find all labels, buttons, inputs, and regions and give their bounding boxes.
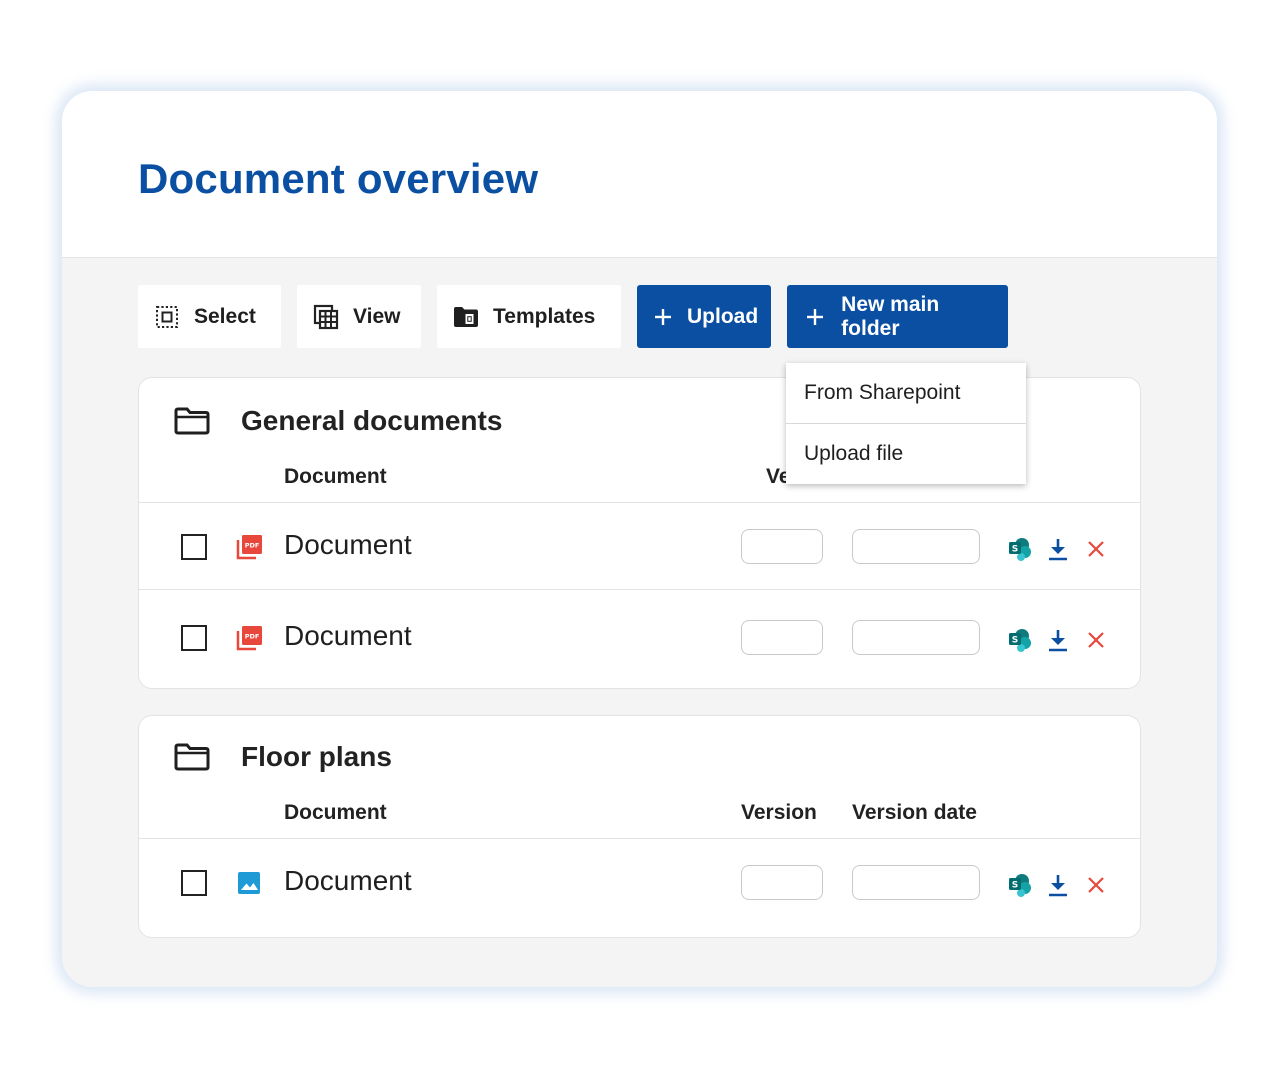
plus-icon bbox=[653, 304, 673, 330]
version-input[interactable] bbox=[741, 620, 823, 655]
svg-text:PDF: PDF bbox=[245, 542, 260, 550]
row-divider bbox=[139, 589, 1140, 590]
new-folder-dropdown-menu: From Sharepoint Upload file bbox=[786, 363, 1026, 484]
svg-text:S: S bbox=[1012, 545, 1018, 555]
select-button[interactable]: Select bbox=[138, 285, 281, 348]
menu-item-upload-file[interactable]: Upload file bbox=[786, 424, 1026, 484]
version-input[interactable] bbox=[741, 529, 823, 564]
row-checkbox[interactable] bbox=[181, 534, 207, 560]
close-icon[interactable] bbox=[1083, 536, 1109, 562]
view-button[interactable]: View bbox=[297, 285, 421, 348]
view-button-label: View bbox=[353, 304, 401, 328]
document-name[interactable]: Document bbox=[284, 529, 412, 561]
svg-text:S: S bbox=[1012, 881, 1018, 891]
menu-item-label: From Sharepoint bbox=[804, 381, 961, 404]
version-date-input[interactable] bbox=[852, 529, 980, 564]
new-main-folder-button[interactable]: New main folder bbox=[787, 285, 1008, 348]
download-icon[interactable] bbox=[1045, 627, 1071, 653]
card-header: Document overview bbox=[62, 91, 1217, 258]
sharepoint-icon[interactable]: S bbox=[1007, 627, 1033, 653]
sharepoint-icon[interactable]: S bbox=[1007, 536, 1033, 562]
version-input[interactable] bbox=[741, 865, 823, 900]
svg-text:PDF: PDF bbox=[245, 633, 260, 641]
upload-button[interactable]: Upload bbox=[637, 285, 771, 348]
pdf-file-icon: PDF bbox=[236, 535, 262, 560]
upload-button-label: Upload bbox=[687, 304, 759, 328]
column-header-document: Document bbox=[284, 465, 387, 488]
image-file-icon bbox=[238, 872, 260, 894]
table-row: PDF Document S bbox=[139, 503, 1140, 593]
templates-button-label: Templates bbox=[493, 304, 596, 328]
document-name[interactable]: Document bbox=[284, 865, 412, 897]
sharepoint-icon[interactable]: S bbox=[1007, 872, 1033, 898]
row-checkbox[interactable] bbox=[181, 870, 207, 896]
page-title: Document overview bbox=[138, 155, 539, 202]
template-folder-icon bbox=[453, 304, 479, 330]
plus-icon bbox=[803, 304, 827, 330]
download-icon[interactable] bbox=[1045, 872, 1071, 898]
templates-button[interactable]: Templates bbox=[437, 285, 621, 348]
folder-title: Floor plans bbox=[241, 741, 392, 772]
column-header-version-date: Version date bbox=[852, 801, 977, 824]
document-overview-card: Document overview Select View Templates … bbox=[62, 91, 1217, 987]
folder-icon bbox=[174, 407, 210, 435]
row-checkbox[interactable] bbox=[181, 625, 207, 651]
folder-panel-floor-plans: Floor plans Document Version Version dat… bbox=[138, 715, 1141, 938]
version-date-input[interactable] bbox=[852, 865, 980, 900]
menu-item-label: Upload file bbox=[804, 442, 904, 465]
close-icon[interactable] bbox=[1083, 872, 1109, 898]
folder-icon bbox=[174, 743, 210, 771]
version-date-input[interactable] bbox=[852, 620, 980, 655]
pdf-file-icon: PDF bbox=[236, 626, 262, 651]
download-icon[interactable] bbox=[1045, 536, 1071, 562]
document-name[interactable]: Document bbox=[284, 620, 412, 652]
select-button-label: Select bbox=[194, 304, 256, 328]
column-header-document: Document bbox=[284, 801, 387, 824]
column-header-version: Version bbox=[741, 801, 817, 824]
svg-text:S: S bbox=[1012, 636, 1018, 646]
table-row: Document S bbox=[139, 839, 1140, 929]
table-view-icon bbox=[313, 304, 339, 330]
table-row: PDF Document S bbox=[139, 594, 1140, 684]
menu-item-from-sharepoint[interactable]: From Sharepoint bbox=[786, 363, 1026, 423]
new-main-folder-button-label: New main folder bbox=[841, 292, 940, 340]
close-icon[interactable] bbox=[1083, 627, 1109, 653]
select-icon bbox=[154, 304, 180, 330]
folder-title: General documents bbox=[241, 405, 503, 436]
